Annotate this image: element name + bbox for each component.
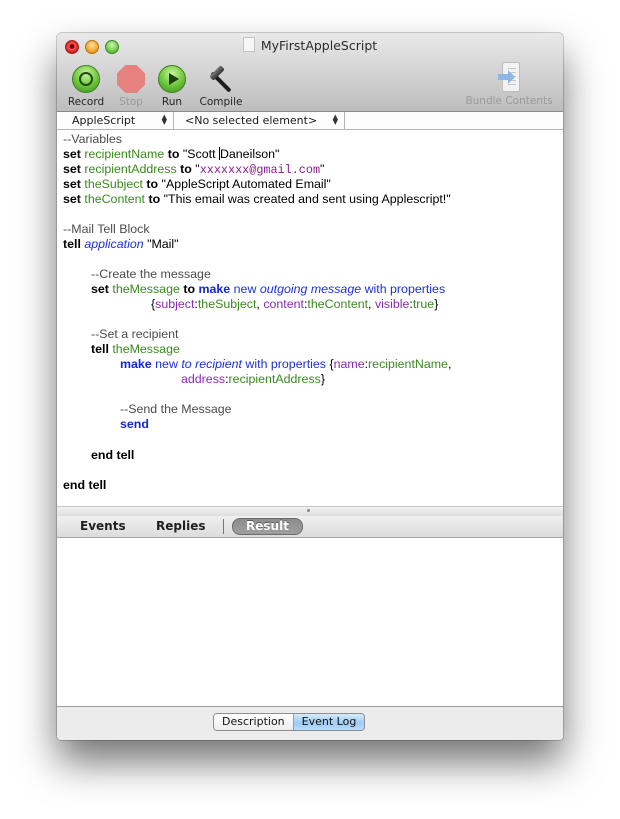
- navigation-bar: AppleScript ▲ ▼ <No selected element> ▲ ▼: [57, 112, 563, 130]
- code-line: set theSubject to "AppleScript Automated…: [63, 177, 331, 191]
- code-line: address:recipientAddress}: [181, 372, 325, 386]
- stop-icon: [117, 65, 145, 93]
- stop-button[interactable]: Stop: [114, 65, 148, 108]
- code-line: set recipientName to "Scott Daneilson": [63, 147, 280, 161]
- code-line: --Mail Tell Block: [63, 222, 150, 236]
- document-icon: [242, 37, 255, 52]
- result-pane[interactable]: [57, 538, 563, 707]
- splitter-grip-icon: [307, 509, 310, 512]
- code-line: end tell: [91, 448, 135, 462]
- code-line: send: [120, 417, 149, 431]
- record-icon: [72, 65, 100, 93]
- updown-arrows-icon: ▲ ▼: [332, 113, 338, 126]
- description-segment[interactable]: Description: [214, 714, 294, 730]
- bundle-contents-icon: [498, 62, 520, 92]
- code-line: --Set a recipient: [91, 327, 179, 341]
- bundle-contents-button[interactable]: Bundle Contents: [463, 62, 555, 107]
- record-label: Record: [67, 96, 105, 108]
- language-popup[interactable]: AppleScript ▲ ▼: [57, 112, 174, 129]
- stop-label: Stop: [119, 96, 143, 108]
- code-line: {subject:theSubject, content:theContent,…: [151, 297, 439, 311]
- element-popup[interactable]: <No selected element> ▲ ▼: [174, 112, 345, 129]
- tab-events[interactable]: Events: [80, 519, 126, 533]
- code-line: --Send the Message: [120, 402, 232, 416]
- event-log-segment[interactable]: Event Log: [293, 714, 365, 730]
- element-value: <No selected element>: [185, 114, 318, 127]
- bundle-contents-label: Bundle Contents: [465, 95, 553, 107]
- compile-button[interactable]: Compile: [196, 65, 246, 108]
- hammer-icon: [206, 65, 236, 93]
- run-button[interactable]: Run: [156, 65, 188, 108]
- result-tab-bar: Events Replies Result: [57, 516, 563, 538]
- tab-result[interactable]: Result: [232, 518, 303, 535]
- tab-replies[interactable]: Replies: [156, 519, 205, 533]
- code-line: tell theMessage: [91, 342, 180, 356]
- compile-label: Compile: [199, 96, 243, 108]
- code-line: set theContent to "This email was create…: [63, 192, 451, 206]
- run-icon: [158, 65, 186, 93]
- bottom-bar: Description Event Log: [57, 707, 563, 740]
- code-line: --Variables: [63, 132, 122, 146]
- code-line: set theMessage to make new outgoing mess…: [91, 282, 446, 296]
- run-label: Run: [161, 96, 183, 108]
- updown-arrows-icon: ▲ ▼: [161, 113, 167, 126]
- script-editor-window: MyFirstAppleScript Record Stop Run Compi…: [57, 33, 563, 740]
- tab-divider: [223, 519, 224, 534]
- code-line: set recipientAddress to "xxxxxxx@gmail.c…: [63, 162, 325, 177]
- script-editor[interactable]: --Variables set recipientName to "Scott …: [57, 130, 563, 506]
- title-toolbar: MyFirstAppleScript Record Stop Run Compi…: [57, 33, 563, 112]
- code-line: make new to recipient with properties {n…: [120, 357, 452, 371]
- language-value: AppleScript: [72, 114, 136, 127]
- window-title: MyFirstAppleScript: [57, 37, 563, 55]
- code-line: --Create the message: [91, 267, 211, 281]
- record-button[interactable]: Record: [65, 65, 107, 108]
- code-line: tell application "Mail": [63, 237, 179, 251]
- view-segmented-control: Description Event Log: [213, 713, 366, 731]
- window-title-text: MyFirstAppleScript: [260, 38, 378, 53]
- code-line: end tell: [63, 478, 107, 492]
